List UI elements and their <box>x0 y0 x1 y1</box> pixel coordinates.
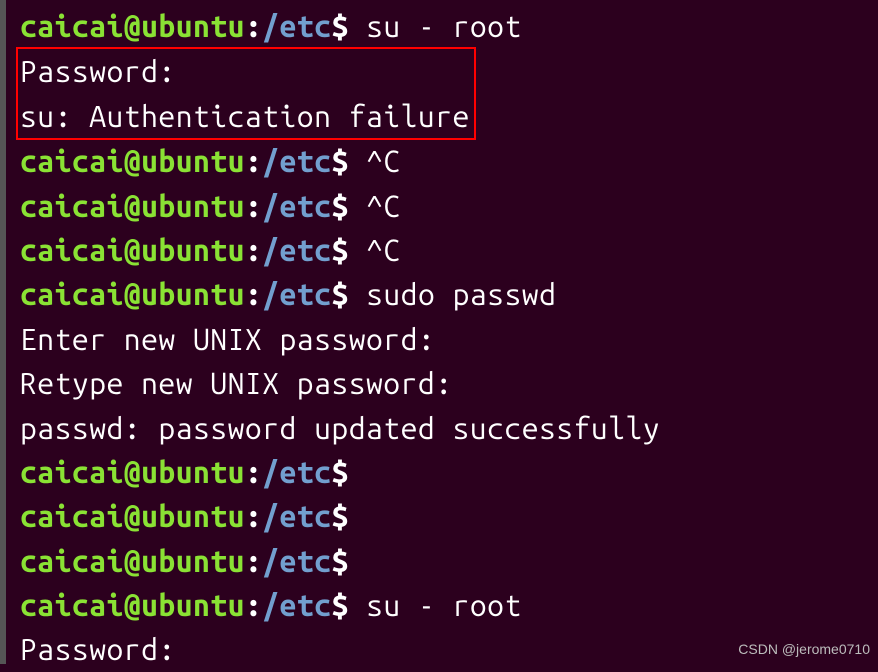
terminal-line: caicai@ubuntu:/etc$ ^C <box>20 139 878 183</box>
prompt-user: caicai <box>20 544 124 578</box>
prompt-path: /etc <box>262 277 331 311</box>
prompt-host: ubuntu <box>141 455 245 489</box>
prompt-colon: : <box>245 277 262 311</box>
prompt-host: ubuntu <box>141 233 245 267</box>
output-password-prompt: Password: <box>20 49 470 93</box>
output-success: passwd: password updated successfully <box>20 406 878 450</box>
prompt-user: caicai <box>20 233 124 267</box>
prompt-user: caicai <box>20 144 124 178</box>
prompt-colon: : <box>245 588 262 622</box>
prompt-dollar: $ <box>331 499 348 533</box>
terminal-line: caicai@ubuntu:/etc$ <box>20 494 878 538</box>
prompt-host: ubuntu <box>141 9 245 43</box>
prompt-at: @ <box>124 544 141 578</box>
command-text: ^C <box>349 189 401 223</box>
prompt-dollar: $ <box>331 144 348 178</box>
prompt-user: caicai <box>20 588 124 622</box>
prompt-path: /etc <box>262 499 331 533</box>
terminal-line: caicai@ubuntu:/etc$ ^C <box>20 184 878 228</box>
prompt-dollar: $ <box>331 455 348 489</box>
terminal-line: caicai@ubuntu:/etc$ <box>20 450 878 494</box>
prompt-colon: : <box>245 233 262 267</box>
prompt-path: /etc <box>262 9 331 43</box>
prompt-at: @ <box>124 189 141 223</box>
prompt-path: /etc <box>262 455 331 489</box>
prompt-host: ubuntu <box>141 499 245 533</box>
terminal-line: caicai@ubuntu:/etc$ <box>20 539 878 583</box>
prompt-at: @ <box>124 499 141 533</box>
prompt-user: caicai <box>20 277 124 311</box>
prompt-dollar: $ <box>331 9 348 43</box>
command-text: ^C <box>349 144 401 178</box>
prompt-at: @ <box>124 233 141 267</box>
prompt-user: caicai <box>20 499 124 533</box>
prompt-dollar: $ <box>331 189 348 223</box>
prompt-host: ubuntu <box>141 277 245 311</box>
command-text: su - root <box>349 588 522 622</box>
terminal-line: caicai@ubuntu:/etc$ su - root <box>20 4 878 48</box>
prompt-host: ubuntu <box>141 544 245 578</box>
prompt-host: ubuntu <box>141 144 245 178</box>
prompt-colon: : <box>245 455 262 489</box>
prompt-at: @ <box>124 277 141 311</box>
command-text: sudo passwd <box>349 277 557 311</box>
prompt-path: /etc <box>262 144 331 178</box>
prompt-path: /etc <box>262 544 331 578</box>
prompt-at: @ <box>124 144 141 178</box>
terminal-output[interactable]: caicai@ubuntu:/etc$ su - root Password: … <box>20 4 878 672</box>
command-text: ^C <box>349 233 401 267</box>
output-auth-failure: su: Authentication failure <box>20 94 470 138</box>
prompt-path: /etc <box>262 189 331 223</box>
watermark: CSDN @jerome0710 <box>738 639 870 660</box>
prompt-colon: : <box>245 499 262 533</box>
prompt-user: caicai <box>20 455 124 489</box>
prompt-dollar: $ <box>331 544 348 578</box>
prompt-path: /etc <box>262 233 331 267</box>
prompt-at: @ <box>124 455 141 489</box>
output-retype-password: Retype new UNIX password: <box>20 361 878 405</box>
highlight-box: Password: su: Authentication failure <box>16 47 476 140</box>
prompt-host: ubuntu <box>141 588 245 622</box>
prompt-colon: : <box>245 189 262 223</box>
terminal-line: caicai@ubuntu:/etc$ ^C <box>20 228 878 272</box>
prompt-user: caicai <box>20 189 124 223</box>
prompt-host: ubuntu <box>141 189 245 223</box>
prompt-at: @ <box>124 9 141 43</box>
output-enter-password: Enter new UNIX password: <box>20 317 878 361</box>
prompt-dollar: $ <box>331 588 348 622</box>
prompt-at: @ <box>124 588 141 622</box>
prompt-colon: : <box>245 544 262 578</box>
prompt-path: /etc <box>262 588 331 622</box>
terminal-line: caicai@ubuntu:/etc$ sudo passwd <box>20 272 878 316</box>
prompt-dollar: $ <box>331 233 348 267</box>
prompt-colon: : <box>245 144 262 178</box>
terminal-line: caicai@ubuntu:/etc$ su - root <box>20 583 878 627</box>
prompt-dollar: $ <box>331 277 348 311</box>
command-text: su - root <box>349 9 522 43</box>
prompt-colon: : <box>245 9 262 43</box>
prompt-user: caicai <box>20 9 124 43</box>
